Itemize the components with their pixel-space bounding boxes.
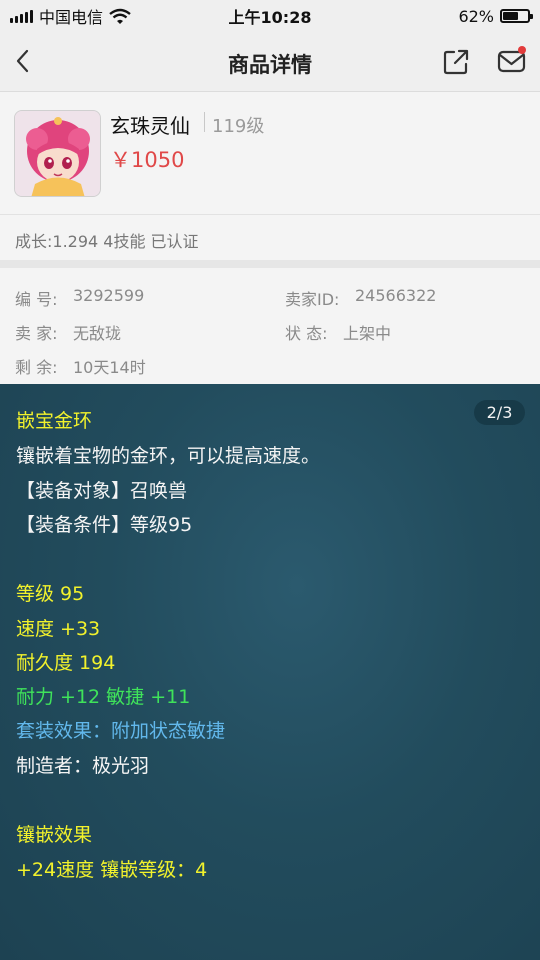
- inlay-detail: +24速度 镶嵌等级：4: [16, 859, 208, 881]
- section-divider: [0, 260, 540, 268]
- price: ￥1050: [110, 148, 185, 172]
- set-effect: 套装效果：附加状态敏捷: [16, 720, 226, 742]
- carrier-label: 中国电信: [39, 8, 104, 27]
- seller-value: 无敌珑: [73, 324, 122, 343]
- share-icon[interactable]: [442, 48, 470, 76]
- stat-level: 等级 95: [16, 583, 85, 605]
- maker: 制造者：极光羽: [16, 755, 150, 777]
- status-value: 上架中: [343, 324, 392, 343]
- name-divider: [204, 112, 205, 132]
- message-icon[interactable]: [496, 46, 528, 76]
- nav-bar: 商品详情: [0, 32, 540, 92]
- status-time: 上午10:28: [228, 8, 312, 27]
- status-right: 62%: [330, 6, 533, 26]
- product-card[interactable]: 玄珠灵仙 119级 ￥1050: [0, 92, 540, 214]
- inlay-title: 镶嵌效果: [16, 824, 93, 846]
- pet-level: 119级: [212, 116, 265, 137]
- seller-label: 卖 家:: [15, 324, 58, 343]
- equipment-target: 【装备对象】召唤兽: [16, 480, 188, 502]
- seller-id-value: 24566322: [355, 286, 437, 305]
- pet-avatar: [14, 110, 101, 197]
- unread-dot: [518, 46, 526, 54]
- stat-speed: 速度 +33: [16, 618, 101, 640]
- status-left: 中国电信: [10, 4, 210, 28]
- battery-icon: [500, 9, 533, 23]
- growth-summary: 成长:1.294 4技能 已认证: [0, 214, 540, 260]
- battery-percent: 62%: [458, 6, 494, 26]
- stat-bonus: 耐力 +12 敏捷 +11: [16, 686, 191, 708]
- equipment-tooltip[interactable]: 2/3 嵌宝金环 镶嵌着宝物的金环，可以提高速度。 【装备对象】召唤兽 【装备条…: [0, 384, 540, 960]
- remaining-label: 剩 余:: [15, 358, 58, 377]
- page-indicator: 2/3: [474, 400, 525, 425]
- id-label: 编 号:: [15, 290, 58, 309]
- equipment-condition: 【装备条件】等级95: [16, 514, 193, 536]
- wifi-icon: [109, 8, 131, 24]
- stat-durability: 耐久度 194: [16, 652, 116, 674]
- pet-name: 玄珠灵仙: [110, 114, 190, 138]
- equipment-description: 镶嵌着宝物的金环，可以提高速度。: [16, 445, 321, 467]
- id-value: 3292599: [73, 286, 145, 305]
- equipment-name: 嵌宝金环: [16, 410, 93, 432]
- status-bar: 中国电信 上午10:28 62%: [0, 0, 540, 32]
- status-label: 状 态:: [285, 324, 328, 343]
- seller-id-label: 卖家ID:: [285, 290, 340, 309]
- remaining-value: 10天14时: [73, 358, 146, 377]
- signal-icon: [10, 9, 33, 23]
- listing-info: 编 号: 3292599 卖家ID: 24566322 卖 家: 无敌珑 状 态…: [0, 268, 540, 384]
